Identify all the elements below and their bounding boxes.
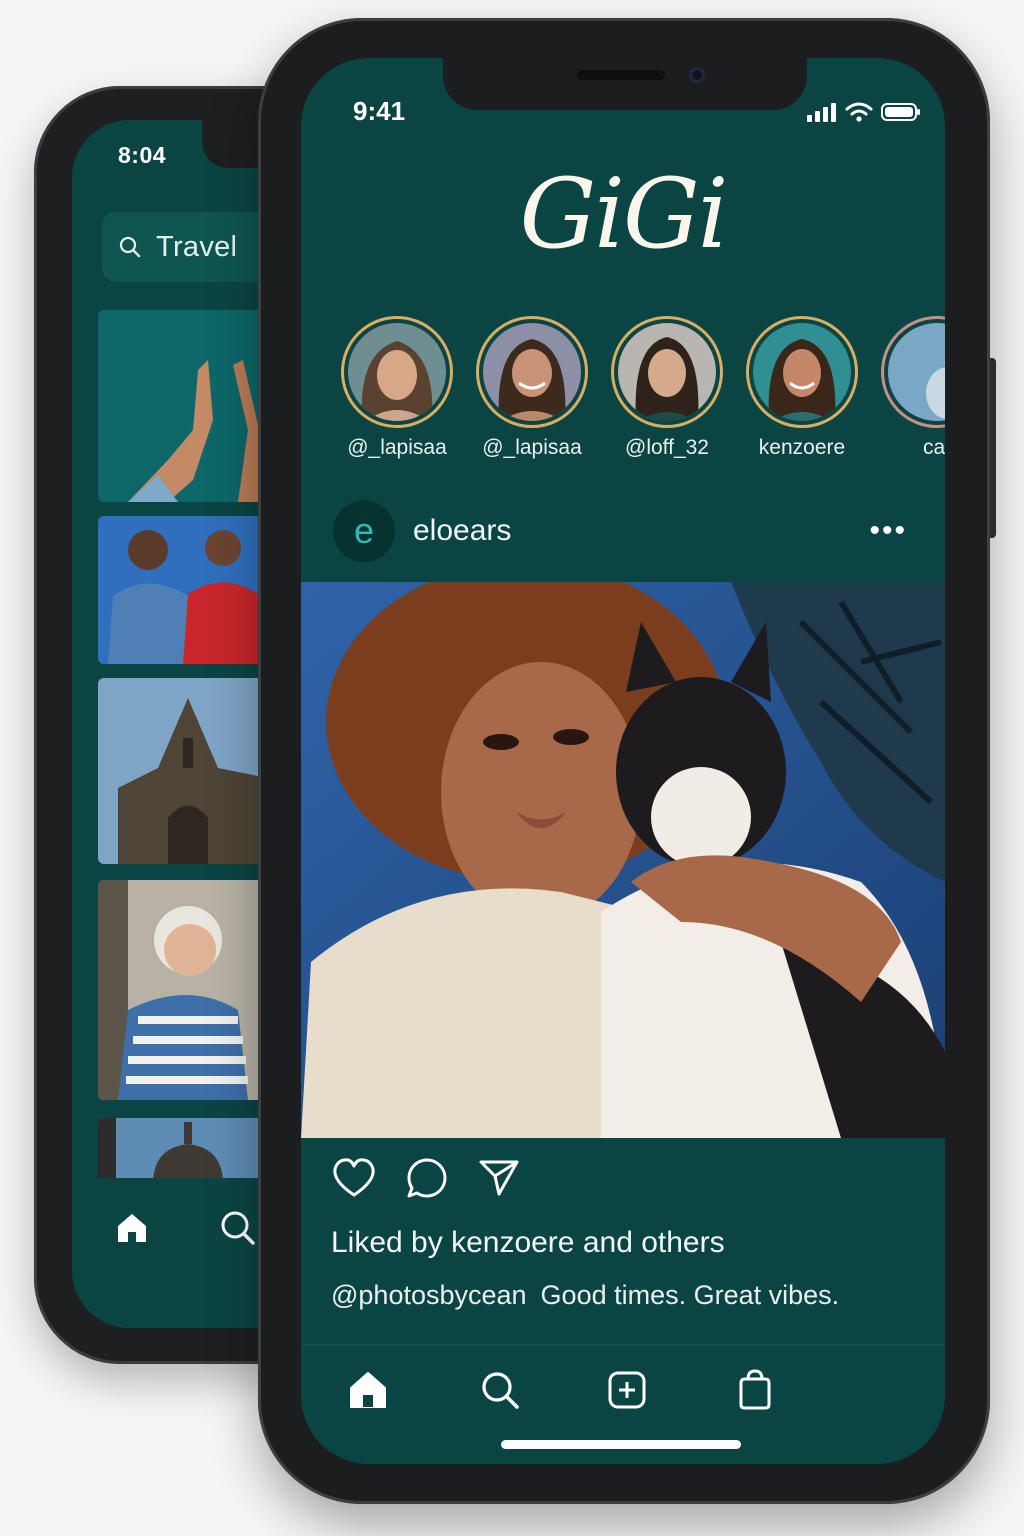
search-icon[interactable] <box>218 1208 258 1248</box>
signal-icon <box>807 103 836 122</box>
story-username: @loff_32 <box>625 436 709 459</box>
more-options-button[interactable]: ••• <box>869 514 907 548</box>
story-item[interactable]: @_lapisaa <box>472 316 592 460</box>
story-item[interactable]: kenzoere <box>742 316 862 460</box>
caption-text: Good times. Great vibes. <box>540 1280 840 1310</box>
post-username[interactable]: eloears <box>413 514 511 548</box>
post-avatar[interactable]: e <box>333 500 395 562</box>
status-icons <box>807 102 921 122</box>
post-header: e eloears ••• <box>333 498 913 564</box>
battery-icon <box>881 103 920 121</box>
bag-icon[interactable] <box>735 1369 775 1411</box>
side-button <box>990 358 996 538</box>
send-icon[interactable] <box>477 1156 521 1200</box>
story-ring <box>611 316 723 428</box>
wifi-icon <box>845 102 873 122</box>
story-ring <box>746 316 858 428</box>
home-icon[interactable] <box>112 1208 152 1248</box>
story-avatar <box>618 323 716 421</box>
story-item[interactable]: cat <box>877 316 945 460</box>
notch <box>443 58 807 110</box>
story-username: kenzoere <box>758 436 846 459</box>
story-item[interactable]: @_lapisaa <box>337 316 457 460</box>
add-post-icon[interactable] <box>607 1369 647 1411</box>
caption-handle[interactable]: @photosbycean <box>331 1280 527 1310</box>
search-icon <box>119 236 141 258</box>
home-icon[interactable] <box>347 1369 389 1411</box>
search-query: Travel <box>156 230 238 263</box>
story-ring <box>476 316 588 428</box>
story-username: cat <box>922 436 945 459</box>
back-status-time: 8:04 <box>118 142 167 168</box>
search-icon[interactable] <box>479 1369 521 1411</box>
story-username: @_lapisaa <box>482 436 582 459</box>
story-ring <box>341 316 453 428</box>
stories-row: @_lapisaa @_lapisaa @loff_32 kenzoere ca <box>337 316 945 476</box>
speaker <box>577 70 665 80</box>
story-avatar <box>348 323 446 421</box>
front-phone: 9:41 GiGi @_lapisaa @_lapisaa @loff_32 k… <box>258 18 996 1504</box>
home-indicator[interactable] <box>501 1440 741 1449</box>
camera <box>689 67 705 83</box>
liked-by-text[interactable]: Liked by kenzoere and others <box>331 1226 725 1260</box>
story-ring <box>881 316 945 428</box>
post-photo[interactable] <box>301 582 945 1138</box>
story-avatar <box>483 323 581 421</box>
story-username: @_lapisaa <box>347 436 447 459</box>
post-actions <box>331 1156 521 1200</box>
heart-icon[interactable] <box>331 1157 377 1199</box>
story-avatar <box>753 323 851 421</box>
post-caption: @photosbycean Good times. Great vibes. <box>331 1280 839 1311</box>
story-avatar <box>888 323 945 421</box>
woman-with-cat-photo <box>301 582 945 1138</box>
comment-icon[interactable] <box>405 1156 449 1200</box>
story-item[interactable]: @loff_32 <box>607 316 727 460</box>
app-logo: GiGi <box>519 158 729 270</box>
front-phone-screen: 9:41 GiGi @_lapisaa @_lapisaa @loff_32 k… <box>301 58 945 1464</box>
status-time: 9:41 <box>353 96 406 126</box>
